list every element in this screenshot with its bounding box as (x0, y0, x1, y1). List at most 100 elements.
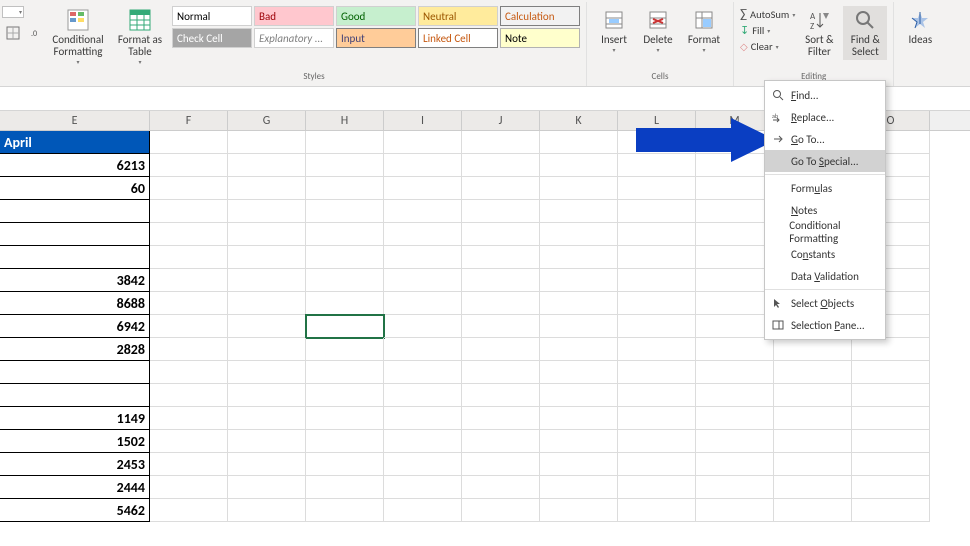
cell[interactable] (540, 177, 618, 200)
cell[interactable] (150, 315, 228, 338)
cell[interactable]: 8688 (0, 292, 150, 315)
menu-data-validation[interactable]: Data Validation (765, 265, 885, 287)
cell[interactable] (618, 453, 696, 476)
cell[interactable]: 1502 (0, 430, 150, 453)
menu-goto-special[interactable]: Go To Special... (765, 150, 885, 172)
menu-constants[interactable]: Constants (765, 243, 885, 265)
cell[interactable] (384, 292, 462, 315)
cell[interactable] (852, 361, 930, 384)
cell[interactable] (306, 177, 384, 200)
cell[interactable] (228, 131, 306, 154)
col-header-F[interactable]: F (150, 111, 228, 130)
cell[interactable] (852, 338, 930, 361)
cell[interactable] (306, 384, 384, 407)
cell[interactable] (696, 269, 774, 292)
cell[interactable] (384, 269, 462, 292)
cell[interactable] (540, 154, 618, 177)
cell[interactable] (462, 223, 540, 246)
cell[interactable] (774, 407, 852, 430)
cell[interactable] (540, 499, 618, 522)
cell[interactable] (696, 476, 774, 499)
menu-replace[interactable]: abReplace... (765, 106, 885, 128)
cell[interactable] (306, 476, 384, 499)
cell[interactable] (306, 315, 384, 338)
col-header-G[interactable]: G (228, 111, 306, 130)
insert-button[interactable]: Insert ▾ (593, 6, 635, 56)
cell[interactable]: 5462 (0, 499, 150, 522)
cell[interactable] (228, 338, 306, 361)
cell[interactable] (462, 269, 540, 292)
clear-button[interactable]: ◇Clear ▾ (740, 40, 795, 54)
cell[interactable] (774, 338, 852, 361)
autosum-button[interactable]: ∑AutoSum ▾ (740, 8, 795, 22)
col-header-E[interactable]: E (0, 111, 150, 130)
cell[interactable] (150, 246, 228, 269)
cell[interactable] (228, 177, 306, 200)
cell[interactable] (696, 361, 774, 384)
style-bad[interactable]: Bad (254, 6, 334, 26)
cell[interactable] (540, 476, 618, 499)
cell[interactable]: 3842 (0, 269, 150, 292)
cell[interactable] (462, 154, 540, 177)
cell[interactable] (774, 384, 852, 407)
format-as-table-button[interactable]: Format as Table ▾ (110, 6, 170, 68)
style-linked-cell[interactable]: Linked Cell (418, 28, 498, 48)
find-select-button[interactable]: Find & Select (843, 6, 887, 60)
cell[interactable] (540, 269, 618, 292)
cell[interactable] (618, 476, 696, 499)
cell[interactable] (540, 338, 618, 361)
cell[interactable] (228, 246, 306, 269)
cell[interactable] (0, 361, 150, 384)
cell[interactable] (618, 223, 696, 246)
col-header-H[interactable]: H (306, 111, 384, 130)
cell[interactable] (384, 499, 462, 522)
style-check-cell[interactable]: Check Cell (172, 28, 252, 48)
cell[interactable] (150, 292, 228, 315)
cell[interactable] (462, 315, 540, 338)
cell[interactable] (150, 499, 228, 522)
cell[interactable] (852, 453, 930, 476)
cell[interactable] (618, 384, 696, 407)
cell[interactable] (150, 361, 228, 384)
cell[interactable] (696, 292, 774, 315)
cell[interactable] (852, 384, 930, 407)
menu-notes[interactable]: Notes (765, 199, 885, 221)
cell[interactable] (384, 154, 462, 177)
style-good[interactable]: Good (336, 6, 416, 26)
cell[interactable] (462, 499, 540, 522)
cell[interactable] (228, 361, 306, 384)
cell[interactable] (150, 177, 228, 200)
cell[interactable]: 2828 (0, 338, 150, 361)
menu-find[interactable]: Find... (765, 84, 885, 106)
cell[interactable] (228, 384, 306, 407)
cell[interactable] (384, 246, 462, 269)
cell[interactable] (150, 453, 228, 476)
cell[interactable] (696, 338, 774, 361)
conditional-formatting-button[interactable]: Conditional Formatting ▾ (48, 6, 108, 68)
cell[interactable] (540, 131, 618, 154)
cell[interactable] (618, 499, 696, 522)
cell[interactable] (228, 315, 306, 338)
cell[interactable] (0, 384, 150, 407)
cell[interactable] (306, 407, 384, 430)
cell[interactable] (228, 430, 306, 453)
menu-select-objects[interactable]: Select Objects (765, 292, 885, 314)
cell[interactable] (462, 476, 540, 499)
style-explanatory[interactable]: Explanatory ... (254, 28, 334, 48)
font-size-box[interactable]: ▾ (2, 6, 24, 18)
cell[interactable] (306, 361, 384, 384)
cell[interactable] (306, 430, 384, 453)
menu-cond-formatting[interactable]: Conditional Formatting (765, 221, 885, 243)
cell[interactable] (306, 453, 384, 476)
col-header-J[interactable]: J (462, 111, 540, 130)
cell[interactable] (540, 292, 618, 315)
cell[interactable] (0, 223, 150, 246)
cell[interactable] (384, 430, 462, 453)
cell[interactable] (306, 154, 384, 177)
cell[interactable] (462, 407, 540, 430)
cell[interactable] (540, 246, 618, 269)
cell[interactable] (228, 223, 306, 246)
cell[interactable] (696, 407, 774, 430)
cell[interactable] (306, 338, 384, 361)
cell[interactable] (852, 499, 930, 522)
